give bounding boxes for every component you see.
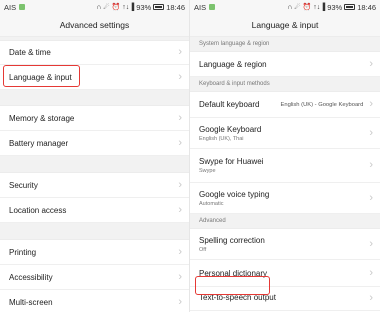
chevron-right-icon: › <box>369 159 373 171</box>
status-icons: ∩ ☄ ⏰ <box>287 3 312 11</box>
menu-item-default-keyboard[interactable]: Default keyboard English (UK) - Google K… <box>190 92 380 118</box>
menu-item-text-to-speech[interactable]: Text-to-speech output › <box>190 287 380 311</box>
chevron-right-icon: › <box>178 70 182 83</box>
menu-item-label: Multi-screen <box>9 297 53 307</box>
menu-item-security[interactable]: Security › <box>0 173 189 198</box>
chevron-right-icon: › <box>369 237 373 250</box>
section-header-keyboard: Keyboard & input methods <box>190 77 380 92</box>
chevron-right-icon: › <box>178 203 182 216</box>
menu-item-label: Date & time <box>9 48 51 57</box>
advanced-settings-pane: AIS ∩ ☄ ⏰ ↑↓▐ 93% 18:46 Advanced setting… <box>0 0 190 312</box>
menu-item-label: Accessibility <box>9 272 53 282</box>
menu-item-subtitle: Automatic <box>199 200 224 207</box>
chevron-right-icon: › <box>178 178 182 191</box>
chevron-right-icon: › <box>178 295 182 308</box>
chevron-right-icon: › <box>369 126 373 139</box>
chevron-right-icon: › <box>369 98 373 110</box>
battery-icon <box>153 4 165 10</box>
menu-item-subtitle: English (UK), Thai <box>199 135 244 142</box>
menu-item-printing[interactable]: Printing › <box>0 240 189 265</box>
battery-percent: 93% <box>327 2 343 12</box>
menu-item-google-keyboard[interactable]: Google Keyboard English (UK), Thai › <box>190 118 380 149</box>
menu-item-swype[interactable]: Swype for Huawei Swype › <box>190 149 380 183</box>
chevron-right-icon: › <box>178 245 182 258</box>
chevron-right-icon: › <box>178 111 182 124</box>
menu-item-label: Memory & storage <box>9 113 75 123</box>
menu-item-label: Text-to-speech output <box>199 293 276 302</box>
menu-item-subtitle: Off <box>199 246 207 253</box>
menu-item-label: Printing <box>9 247 37 257</box>
chevron-right-icon: › <box>369 57 373 70</box>
menu-item-label: Security <box>9 180 38 190</box>
status-bar: AIS ∩ ☄ ⏰ ↑↓▐ 93% 18:46 <box>0 0 189 14</box>
status-icons: ∩ ☄ ⏰ <box>96 3 121 11</box>
menu-item-language-input[interactable]: Language & input › <box>0 65 189 90</box>
menu-item-accessibility[interactable]: Accessibility › <box>0 265 189 290</box>
section-header-system: System language & region <box>190 37 380 52</box>
menu-item-spelling-correction[interactable]: Spelling correction Off › <box>190 229 380 260</box>
chevron-right-icon: › <box>369 191 373 204</box>
status-bar: AIS ∩ ☄ ⏰ ↑↓▐ 93% 18:46 <box>190 0 380 14</box>
chevron-right-icon: › <box>369 266 373 279</box>
menu-item-voice-typing[interactable]: Google voice typing Automatic › <box>190 183 380 214</box>
menu-item-value: English (UK) - Google Keyboard <box>280 101 364 108</box>
battery-icon <box>344 4 356 10</box>
menu-item-label: Language & region <box>199 59 267 69</box>
menu-item-label: Personal dictionary <box>199 268 268 278</box>
page-title: Advanced settings <box>0 14 189 37</box>
clock: 18:46 <box>357 2 376 12</box>
sim-icon <box>19 4 26 10</box>
chevron-right-icon: › <box>178 270 182 283</box>
sim-icon <box>209 4 216 10</box>
chevron-right-icon: › <box>369 292 373 304</box>
menu-item-battery-manager[interactable]: Battery manager › <box>0 131 189 156</box>
screen: AIS ∩ ☄ ⏰ ↑↓▐ 93% 18:46 Advanced setting… <box>0 0 380 312</box>
menu-item-label: Swype for Huawei <box>199 157 264 166</box>
section-header-advanced: Advanced <box>190 214 380 229</box>
chevron-right-icon: › <box>178 136 182 149</box>
menu-item-subtitle: Swype <box>199 168 216 174</box>
language-input-pane: AIS ∩ ☄ ⏰ ↑↓▐ 93% 18:46 Language & input… <box>190 0 380 312</box>
menu-item-date-time[interactable]: Date & time › <box>0 41 189 65</box>
menu-item-label: Default keyboard <box>199 100 260 109</box>
menu-item-label: Location access <box>9 205 67 215</box>
battery-percent: 93% <box>136 2 152 12</box>
page-title: Language & input <box>190 14 380 37</box>
menu-item-location-access[interactable]: Location access › <box>0 198 189 223</box>
carrier-label: AIS <box>4 2 17 12</box>
menu-item-label: Battery manager <box>9 138 69 148</box>
menu-item-label: Spelling correction <box>199 235 265 245</box>
clock: 18:46 <box>166 2 185 12</box>
signal-icon: ↑↓▐ <box>313 3 326 11</box>
menu-item-label: Language & input <box>9 72 72 82</box>
carrier-label: AIS <box>194 2 207 12</box>
signal-icon: ↑↓▐ <box>122 3 135 11</box>
menu-item-personal-dictionary[interactable]: Personal dictionary › <box>190 260 380 287</box>
menu-item-label: Google voice typing <box>199 189 270 199</box>
menu-item-multi-screen[interactable]: Multi-screen › <box>0 290 189 312</box>
menu-item-memory-storage[interactable]: Memory & storage › <box>0 106 189 131</box>
menu-item-label: Google Keyboard <box>199 124 262 134</box>
menu-item-language-region[interactable]: Language & region › <box>190 52 380 77</box>
chevron-right-icon: › <box>178 46 182 58</box>
